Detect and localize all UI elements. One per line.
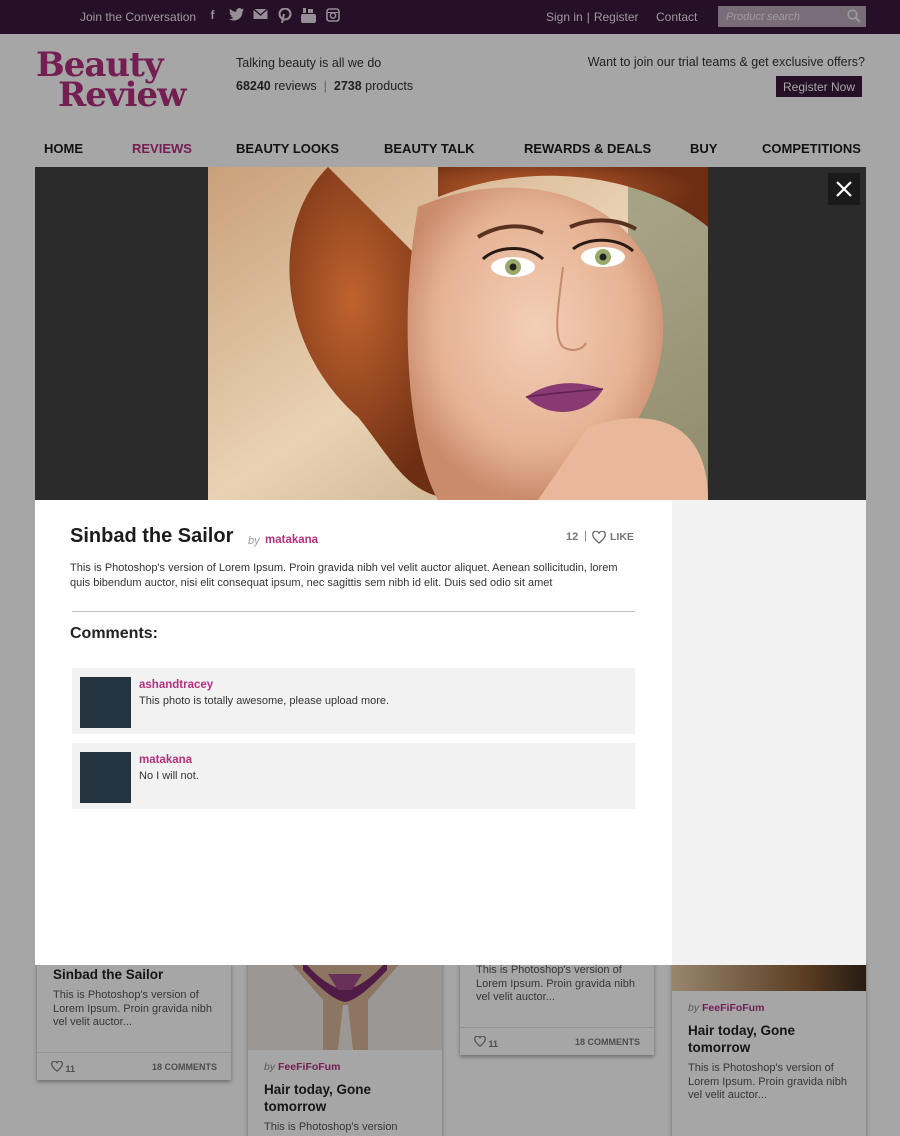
divider (72, 611, 635, 612)
portrait-image (208, 167, 708, 500)
like-button[interactable]: LIKE (610, 531, 634, 543)
comment-item: ashandtracey This photo is totally aweso… (72, 668, 635, 734)
like-separator: | (584, 530, 587, 542)
avatar[interactable] (80, 752, 131, 803)
modal-sidebar (672, 500, 866, 965)
photo-modal: Sinbad the Sailor by matakana 12 | LIKE … (35, 167, 866, 965)
modal-description: This is Photoshop's version of Lorem Ips… (70, 562, 618, 589)
modal-author-link[interactable]: matakana (265, 534, 318, 546)
by-label: by (248, 535, 260, 547)
comment-username[interactable]: ashandtracey (139, 679, 213, 691)
modal-title: Sinbad the Sailor (70, 525, 234, 547)
comments-heading: Comments: (70, 625, 159, 642)
like-count: 12 (566, 531, 579, 543)
close-button[interactable] (828, 173, 860, 205)
modal-body: Sinbad the Sailor by matakana 12 | LIKE … (35, 500, 672, 965)
avatar[interactable] (80, 677, 131, 728)
comment-item: matakana No I will not. (72, 743, 635, 809)
close-icon (836, 181, 852, 197)
modal-photo (208, 167, 708, 500)
comment-text: This photo is totally awesome, please up… (139, 695, 390, 707)
comment-username[interactable]: matakana (139, 754, 192, 766)
heart-icon[interactable] (592, 531, 606, 544)
comment-text: No I will not. (139, 770, 199, 782)
